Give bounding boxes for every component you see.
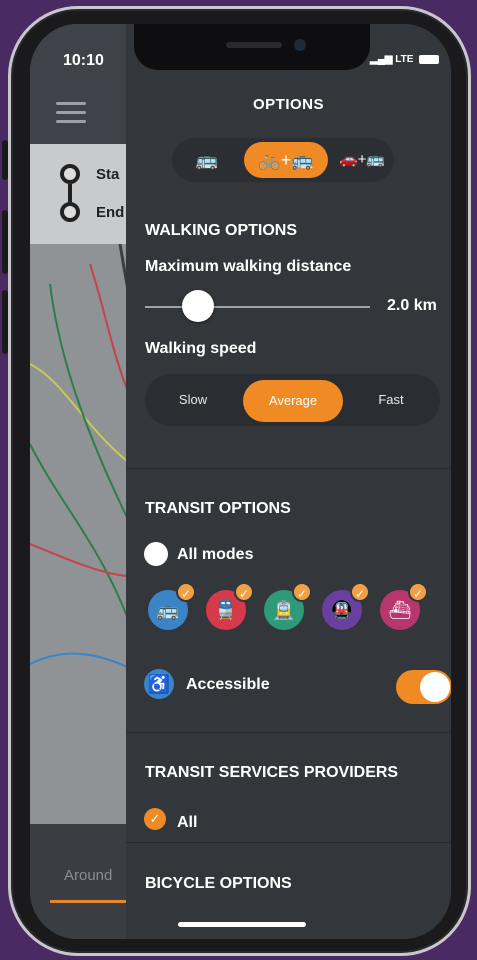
signal-icon: ▂▄▆	[370, 54, 393, 65]
volume-up-button	[2, 210, 8, 274]
status-indicators: ▂▄▆ LTE	[370, 54, 440, 65]
check-icon: ✓	[408, 582, 428, 602]
check-icon: ✓	[292, 582, 312, 602]
car-bus-mode-tab[interactable]: 🚗+🚌	[332, 142, 392, 178]
distance-slider-track[interactable]	[145, 306, 370, 308]
distance-slider-thumb[interactable]	[182, 290, 214, 322]
volume-down-button	[2, 290, 8, 354]
carrier-label: LTE	[395, 54, 414, 65]
car-plus-bus-icon: 🚗+🚌	[338, 151, 386, 168]
divider	[126, 468, 451, 469]
transit-options-heading: TRANSIT OPTIONS	[145, 500, 291, 517]
bus-icon: 🚌	[156, 600, 180, 620]
tab-around[interactable]: Around	[64, 867, 112, 884]
status-time: 10:10	[63, 52, 104, 69]
walking-speed-label: Walking speed	[145, 340, 257, 357]
battery-icon	[419, 54, 440, 64]
ferry-icon: ⛴	[388, 600, 412, 620]
menu-icon[interactable]	[56, 102, 86, 129]
train-icon: 🚆	[214, 600, 238, 620]
route-connector	[68, 184, 72, 204]
walking-speed-selector: Slow Average Fast	[145, 374, 440, 426]
mute-switch	[2, 140, 8, 180]
accessible-label: Accessible	[186, 676, 270, 693]
all-modes-radio[interactable]	[144, 542, 168, 566]
home-indicator[interactable]	[178, 922, 306, 927]
speed-fast[interactable]: Fast	[343, 374, 439, 426]
camera	[294, 39, 306, 51]
travel-mode-tabs: 🚌 🚲+🚌 🚗+🚌	[172, 138, 394, 182]
check-icon: ✓	[234, 582, 254, 602]
max-distance-label: Maximum walking distance	[145, 258, 352, 275]
check-icon: ✓	[350, 582, 370, 602]
end-dot-icon	[60, 202, 80, 222]
end-field[interactable]: End	[96, 204, 124, 221]
providers-heading: TRANSIT SERVICES PROVIDERS	[145, 764, 399, 781]
bike-bus-mode-tab[interactable]: 🚲+🚌	[244, 142, 328, 178]
providers-all-label[interactable]: All	[177, 814, 197, 832]
all-modes-label[interactable]: All modes	[177, 546, 253, 564]
walking-options-heading: WALKING OPTIONS	[145, 222, 297, 239]
speed-average[interactable]: Average	[243, 380, 343, 422]
start-field[interactable]: Sta	[96, 166, 119, 183]
speaker	[226, 42, 282, 48]
bike-plus-bus-icon: 🚲+🚌	[258, 150, 314, 170]
page-title: OPTIONS	[252, 96, 324, 113]
toggle-knob	[420, 672, 450, 702]
screen: Sta End Around 10:10 ▂▄▆ LTE OPTIONS 🚌 🚲…	[30, 24, 451, 939]
speed-slow[interactable]: Slow	[145, 374, 241, 426]
tram-icon: 🚊	[272, 600, 296, 620]
divider	[126, 732, 451, 733]
check-icon: ✓	[176, 582, 196, 602]
bicycle-options-heading: BICYCLE OPTIONS	[145, 875, 292, 892]
metro-icon: 🚇	[330, 600, 354, 620]
start-dot-icon	[60, 164, 80, 184]
notch	[134, 24, 370, 70]
wheelchair-icon: ♿	[144, 669, 174, 699]
check-icon[interactable]: ✓	[144, 808, 166, 830]
bus-mode-tab[interactable]: 🚌	[182, 142, 232, 178]
distance-value: 2.0 km	[387, 297, 437, 314]
divider	[126, 842, 451, 843]
bus-icon: 🚌	[195, 150, 219, 170]
accessible-toggle[interactable]	[396, 670, 451, 704]
